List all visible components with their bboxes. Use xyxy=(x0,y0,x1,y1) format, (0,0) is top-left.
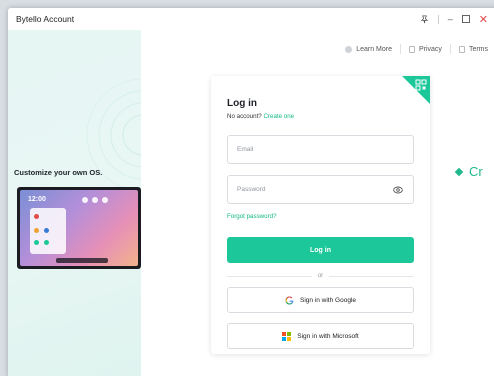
controls-divider xyxy=(437,14,439,24)
microsoft-signin-label: Sign in with Microsoft xyxy=(297,332,359,340)
window-title: Bytello Account xyxy=(16,14,75,24)
login-title: Log in xyxy=(227,98,257,109)
screen-widgets xyxy=(82,197,108,203)
info-icon xyxy=(345,45,353,53)
document-icon xyxy=(458,45,465,53)
maximize-icon[interactable] xyxy=(461,15,470,23)
device-clock: 12:00 xyxy=(28,196,46,203)
side-slogan: Cr xyxy=(454,164,483,179)
forgot-password-link[interactable]: Forgot password? xyxy=(227,213,277,220)
link-divider xyxy=(449,44,451,54)
window-controls: – ✕ xyxy=(420,8,488,30)
microsoft-signin-button[interactable]: Sign in with Microsoft xyxy=(227,323,414,349)
diamond-bullet-icon xyxy=(454,167,464,176)
side-slogan-text: Cr xyxy=(469,164,483,179)
pin-icon[interactable] xyxy=(420,14,429,24)
login-button[interactable]: Log in xyxy=(227,237,414,263)
privacy-label: Privacy xyxy=(418,45,442,53)
screen-card xyxy=(30,208,66,254)
password-field[interactable]: Password xyxy=(227,175,414,204)
google-logo-icon xyxy=(285,295,294,305)
or-label: or xyxy=(317,273,324,279)
minimize-icon[interactable]: – xyxy=(448,14,453,24)
close-icon[interactable]: ✕ xyxy=(479,13,488,26)
learn-more-link[interactable]: Learn More xyxy=(345,45,392,53)
google-signin-label: Sign in with Google xyxy=(299,296,356,304)
password-placeholder: Password xyxy=(237,186,266,193)
privacy-link[interactable]: Privacy xyxy=(408,45,442,53)
device-illustration: 12:00 xyxy=(17,187,141,269)
terms-link[interactable]: Terms xyxy=(458,45,488,53)
login-card: Log in No account? Create one Email Pass… xyxy=(211,76,430,354)
learn-more-label: Learn More xyxy=(356,45,392,53)
google-signin-button[interactable]: Sign in with Google xyxy=(227,287,414,313)
title-bar: Bytello Account – ✕ xyxy=(8,8,494,30)
promo-tagline: Customize your own OS. xyxy=(14,168,103,177)
terms-label: Terms xyxy=(468,45,488,53)
create-account-link[interactable]: Create one xyxy=(263,113,294,120)
qr-code-icon[interactable] xyxy=(415,79,427,91)
no-account-text: No account? Create one xyxy=(227,113,294,120)
or-divider: or xyxy=(227,272,414,280)
screen-taskbar xyxy=(56,258,108,263)
promo-panel: Customize your own OS. 12:00 xyxy=(8,30,141,376)
device-screen: 12:00 xyxy=(20,190,138,266)
top-links: Learn More Privacy Terms xyxy=(345,44,488,54)
app-window: Bytello Account – ✕ Customize your own O… xyxy=(8,8,494,376)
microsoft-logo-icon xyxy=(282,331,292,341)
no-account-label: No account? xyxy=(227,113,262,120)
email-placeholder: Email xyxy=(237,146,254,153)
link-divider xyxy=(399,44,401,54)
eye-icon[interactable] xyxy=(393,185,403,195)
email-field[interactable]: Email xyxy=(227,135,414,164)
document-icon xyxy=(408,45,415,53)
